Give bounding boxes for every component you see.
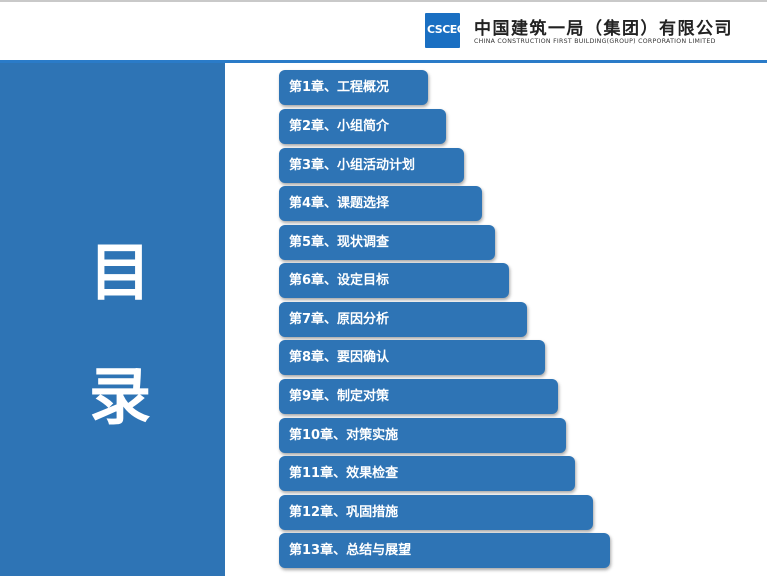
company-name-en: CHINA CONSTRUCTION FIRST BUILDING(GROUP)… <box>474 38 716 45</box>
toc-item-1[interactable]: 第1章、工程概况 <box>279 70 428 105</box>
company-logo: CSCEC <box>425 13 465 48</box>
toc-item-6[interactable]: 第6章、设定目标 <box>279 263 509 298</box>
toc-item-3[interactable]: 第3章、小组活动计划 <box>279 148 464 183</box>
toc-item-13[interactable]: 第13章、总结与展望 <box>279 533 610 568</box>
toc-title-line2: 录 <box>88 360 151 433</box>
toc-item-7[interactable]: 第7章、原因分析 <box>279 302 527 337</box>
toc-title: 目 录 <box>70 211 170 459</box>
toc-item-4[interactable]: 第4章、课题选择 <box>279 186 482 221</box>
logo-text: CSCEC <box>427 23 465 36</box>
toc-item-2[interactable]: 第2章、小组简介 <box>279 109 446 144</box>
toc-item-12[interactable]: 第12章、巩固措施 <box>279 495 593 530</box>
sidebar-panel: 目 录 <box>0 63 225 576</box>
toc-title-line1: 目 <box>88 236 151 309</box>
toc-item-8[interactable]: 第8章、要因确认 <box>279 340 545 375</box>
toc-item-9[interactable]: 第9章、制定对策 <box>279 379 558 414</box>
toc-item-10[interactable]: 第10章、对策实施 <box>279 418 566 453</box>
toc-item-5[interactable]: 第5章、现状调查 <box>279 225 495 260</box>
company-name-cn: 中国建筑一局（集团）有限公司 <box>474 19 733 39</box>
toc-item-11[interactable]: 第11章、效果检查 <box>279 456 575 491</box>
